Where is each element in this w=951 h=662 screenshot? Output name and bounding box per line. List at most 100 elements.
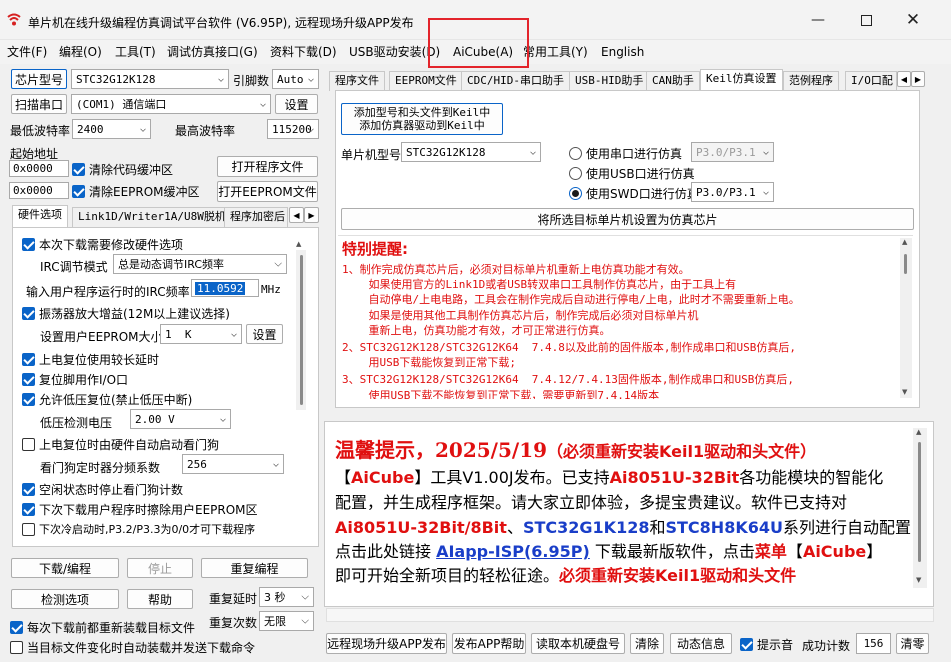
set-emulator-chip-button[interactable]: 将所选目标单片机设置为仿真芯片 (341, 208, 914, 230)
tab-hardware-options[interactable]: 硬件选项 (12, 205, 68, 227)
auto-send-option[interactable]: 当目标文件变化时自动装载并发送下载命令 (10, 639, 255, 656)
erase-eeprom-next-option[interactable]: 下次下载用户程序时擦除用户EEPROM区 (22, 501, 258, 518)
clear-code-checkbox[interactable] (72, 163, 85, 176)
scroll-down-icon[interactable]: ▼ (902, 388, 907, 396)
cold-start-checkbox[interactable] (22, 522, 35, 536)
tab-io-config[interactable]: I/O口配 (845, 71, 897, 91)
idle-stop-wdt-checkbox[interactable] (22, 483, 35, 496)
port-settings-button[interactable]: 设置 (275, 94, 318, 114)
tab-keil-emulation[interactable]: Keil仿真设置 (700, 69, 783, 91)
menu-download[interactable]: 资料下载(D) (270, 40, 337, 64)
irc-mode-select[interactable]: 总是动态调节IRC频率 ⌵ (113, 254, 287, 274)
menu-tools[interactable]: 工具(T) (115, 40, 156, 64)
swd-port-select[interactable]: P3.0/P3.1 ⌵ (691, 182, 774, 202)
scan-port-button[interactable]: 扫描串口 (11, 94, 67, 114)
reload-each-option[interactable]: 每次下载前都重新装载目标文件 (10, 619, 195, 636)
clear-eeprom-checkbox[interactable] (72, 185, 85, 198)
remote-upgrade-button[interactable]: 远程现场升级APP发布 (326, 633, 447, 654)
tab-eeprom-file[interactable]: EEPROM文件 (389, 71, 463, 91)
eeprom-address-input[interactable]: 0x0000 (9, 182, 69, 199)
clear-code-option[interactable]: 清除代码缓冲区 (72, 161, 173, 178)
repeat-count-select[interactable]: 无限 ⌵ (259, 611, 314, 631)
info-scrollbar[interactable]: ▲ ▼ (913, 428, 927, 588)
publish-help-button[interactable]: 发布APP帮助 (452, 633, 526, 654)
scroll-up-icon[interactable]: ▲ (296, 240, 301, 248)
scroll-up-icon[interactable]: ▲ (902, 238, 907, 246)
min-baud-select[interactable]: 2400 ⌵ (72, 119, 151, 139)
notice-scrollbar-thumb[interactable] (904, 254, 907, 274)
check-options-button[interactable]: 检测选项 (11, 589, 119, 609)
chip-type-select[interactable]: STC32G12K128 ⌵ (71, 69, 229, 89)
tab-scroll-left[interactable]: ◀ (289, 207, 304, 223)
watchdog-auto-checkbox[interactable] (22, 438, 35, 451)
minimize-button[interactable]: — (795, 0, 841, 40)
menu-program[interactable]: 编程(O) (59, 40, 102, 64)
menu-usb-driver[interactable]: USB驱动安装(D) (349, 40, 440, 64)
maximize-button[interactable] (843, 0, 889, 40)
right-tab-scroll-left[interactable]: ◀ (897, 71, 911, 87)
serial-emulation-radio[interactable] (569, 147, 582, 160)
reset-pin-io-option[interactable]: 复位脚用作I/O口 (22, 371, 128, 388)
beep-option[interactable]: 提示音 (740, 636, 793, 653)
stop-button[interactable]: 停止 (127, 558, 193, 578)
usb-emulation-option[interactable]: 使用USB口进行仿真 (569, 165, 695, 182)
download-link[interactable]: AIapp-ISP(6.95P) (436, 542, 590, 561)
repeat-delay-select[interactable]: 3 秒 ⌵ (259, 587, 314, 607)
menu-file[interactable]: 文件(F) (7, 40, 47, 64)
serial-emulation-option[interactable]: 使用串口进行仿真 (569, 145, 682, 162)
erase-eeprom-next-checkbox[interactable] (22, 503, 35, 516)
serial-port-select[interactable]: P3.0/P3.1 ⌵ (691, 142, 774, 162)
low-voltage-reset-option[interactable]: 允许低压复位(禁止低压中断) (22, 391, 192, 408)
clear-output-button[interactable]: 清除 (630, 633, 664, 654)
scroll-down-icon[interactable]: ▼ (916, 576, 921, 584)
info-scrollbar-thumb[interactable] (918, 442, 921, 562)
menu-english[interactable]: English (601, 40, 644, 64)
lv-detect-select[interactable]: 2.00 V ⌵ (130, 409, 231, 429)
pin-count-select[interactable]: Auto ⌵ (272, 69, 319, 89)
osc-gain-checkbox[interactable] (22, 307, 35, 320)
open-eeprom-file-button[interactable]: 打开EEPROM文件 (217, 181, 318, 202)
eeprom-size-select[interactable]: 1 K ⌵ (160, 324, 242, 344)
scroll-up-icon[interactable]: ▲ (916, 428, 921, 436)
beep-checkbox[interactable] (740, 638, 753, 651)
auto-send-checkbox[interactable] (10, 641, 23, 654)
reset-count-button[interactable]: 清零 (896, 633, 929, 654)
max-baud-select[interactable]: 115200 ⌵ (267, 119, 319, 139)
download-program-button[interactable]: 下载/编程 (11, 558, 119, 578)
tab-scroll-right[interactable]: ▶ (304, 207, 319, 223)
eeprom-set-button[interactable]: 设置 (246, 324, 283, 344)
menu-common-tools[interactable]: 常用工具(Y) (523, 40, 588, 64)
notice-scrollbar[interactable]: ▲ ▼ (900, 238, 912, 398)
tab-examples[interactable]: 范例程序 (783, 71, 839, 91)
irc-freq-input[interactable]: 11.0592 (191, 279, 259, 297)
watchdog-div-select[interactable]: 256 ⌵ (182, 454, 284, 474)
tab-usb-hid[interactable]: USB-HID助手 (569, 71, 650, 91)
reset-pin-io-checkbox[interactable] (22, 373, 35, 386)
help-button[interactable]: 帮助 (127, 589, 193, 609)
swd-emulation-option[interactable]: 使用SWD口进行仿真 (569, 185, 699, 202)
tab-link1d-offline[interactable]: Link1D/Writer1A/U8W脱机 (72, 207, 232, 227)
mcu-model-select[interactable]: STC32G12K128 ⌵ (401, 142, 541, 162)
usb-emulation-radio[interactable] (569, 167, 582, 180)
dynamic-info-button[interactable]: 动态信息 (670, 633, 732, 654)
hw-scrollbar[interactable] (296, 250, 306, 410)
low-voltage-reset-checkbox[interactable] (22, 393, 35, 406)
read-disk-id-button[interactable]: 读取本机硬盘号 (531, 633, 625, 654)
swd-emulation-radio[interactable] (569, 187, 582, 200)
watchdog-auto-option[interactable]: 上电复位时由硬件自动启动看门狗 (22, 436, 219, 453)
hw-scrollbar-thumb[interactable] (299, 255, 303, 405)
tab-can[interactable]: CAN助手 (646, 71, 700, 91)
modify-hw-option[interactable]: 本次下载需要修改硬件选项 (22, 236, 183, 253)
clear-eeprom-option[interactable]: 清除EEPROM缓冲区 (72, 183, 200, 200)
code-address-input[interactable]: 0x0000 (9, 160, 69, 177)
tab-cdc-hid-serial[interactable]: CDC/HID-串口助手 (461, 71, 570, 91)
idle-stop-wdt-option[interactable]: 空闲状态时停止看门狗计数 (22, 481, 183, 498)
open-program-file-button[interactable]: 打开程序文件 (217, 156, 318, 177)
modify-hw-checkbox[interactable] (22, 238, 35, 251)
chip-type-button[interactable]: 芯片型号 (11, 69, 67, 89)
tab-encryption[interactable]: 程序加密后 (224, 207, 288, 227)
tab-program-file[interactable]: 程序文件 (329, 71, 385, 91)
port-select[interactable]: (COM1) 通信端口 ⌵ (71, 94, 271, 114)
power-reset-delay-option[interactable]: 上电复位使用较长延时 (22, 351, 159, 368)
close-button[interactable]: ✕ (890, 0, 936, 40)
